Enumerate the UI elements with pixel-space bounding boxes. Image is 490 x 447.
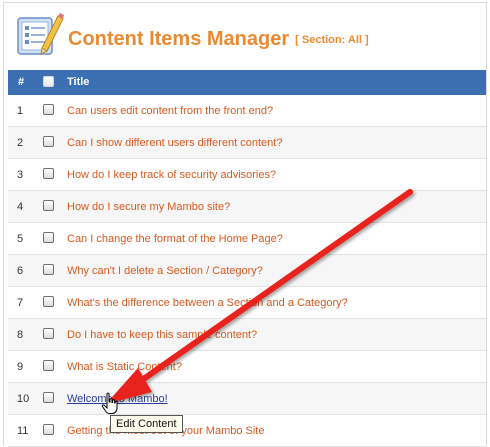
- row-number: 9: [17, 361, 24, 373]
- page-title: Content Items Manager [ Section: All ]: [68, 28, 369, 51]
- table-row: 3 How do I keep track of security adviso…: [8, 159, 486, 191]
- content-item-link[interactable]: Why can't I delete a Section / Category?: [67, 265, 263, 277]
- table-row: 7 What's the difference between a Sectio…: [8, 287, 486, 319]
- content-items-table: 1 Can users edit content from the front …: [8, 95, 486, 447]
- section-filter-label: [ Section: All ]: [295, 34, 369, 46]
- row-checkbox[interactable]: [43, 360, 54, 374]
- table-row: 10 Welcome to Mambo!: [8, 383, 486, 415]
- table-row: 2 Can I show different users different c…: [8, 127, 486, 159]
- row-number: 6: [17, 265, 24, 277]
- row-number: 1: [17, 105, 24, 117]
- row-number: 5: [17, 233, 24, 245]
- row-checkbox[interactable]: [43, 136, 54, 150]
- row-checkbox[interactable]: [43, 104, 54, 118]
- tooltip: Edit Content: [110, 415, 183, 433]
- content-item-link[interactable]: What is Static Content?: [67, 361, 182, 373]
- content-item-link[interactable]: Can I change the format of the Home Page…: [67, 233, 283, 245]
- table-row: 9 What is Static Content?: [8, 351, 486, 383]
- row-checkbox[interactable]: [43, 424, 54, 438]
- select-all-checkbox[interactable]: [43, 76, 54, 90]
- content-item-link[interactable]: How do I secure my Mambo site?: [67, 201, 230, 213]
- content-manager-panel: Content Items Manager [ Section: All ] # …: [3, 2, 487, 447]
- table-row: 1 Can users edit content from the front …: [8, 95, 486, 127]
- row-checkbox[interactable]: [43, 296, 54, 310]
- content-item-link[interactable]: Can I show different users different con…: [67, 137, 282, 149]
- row-checkbox[interactable]: [43, 200, 54, 214]
- row-number: 8: [17, 329, 24, 341]
- row-checkbox[interactable]: [43, 328, 54, 342]
- content-item-link[interactable]: How do I keep track of security advisori…: [67, 169, 276, 181]
- row-checkbox[interactable]: [43, 168, 54, 182]
- content-item-link[interactable]: Do I have to keep this sample content?: [67, 329, 257, 341]
- table-header: # Title: [8, 70, 486, 95]
- page-title-text: Content Items Manager: [68, 28, 290, 50]
- row-number: 4: [17, 201, 24, 213]
- content-manager-icon: [17, 13, 64, 55]
- hand-cursor-icon: [101, 392, 118, 414]
- row-number: 10: [17, 393, 30, 405]
- table-row: 11 Getting the most out of your Mambo Si…: [8, 415, 486, 447]
- row-checkbox[interactable]: [43, 232, 54, 246]
- table-row: 6 Why can't I delete a Section / Categor…: [8, 255, 486, 287]
- content-item-link[interactable]: What's the difference between a Section …: [67, 297, 348, 309]
- row-checkbox[interactable]: [43, 392, 54, 406]
- checkbox-icon: [43, 76, 54, 87]
- row-checkbox[interactable]: [43, 264, 54, 278]
- row-number: 3: [17, 169, 24, 181]
- row-number: 11: [17, 425, 29, 437]
- row-number: 7: [17, 297, 24, 309]
- column-header-title[interactable]: Title: [67, 76, 89, 88]
- table-row: 4 How do I secure my Mambo site?: [8, 191, 486, 223]
- table-row: 8 Do I have to keep this sample content?: [8, 319, 486, 351]
- page-header: Content Items Manager [ Section: All ]: [10, 8, 480, 66]
- row-number: 2: [17, 137, 24, 149]
- content-item-link[interactable]: Can users edit content from the front en…: [67, 105, 273, 117]
- table-row: 5 Can I change the format of the Home Pa…: [8, 223, 486, 255]
- column-header-number: #: [18, 76, 25, 88]
